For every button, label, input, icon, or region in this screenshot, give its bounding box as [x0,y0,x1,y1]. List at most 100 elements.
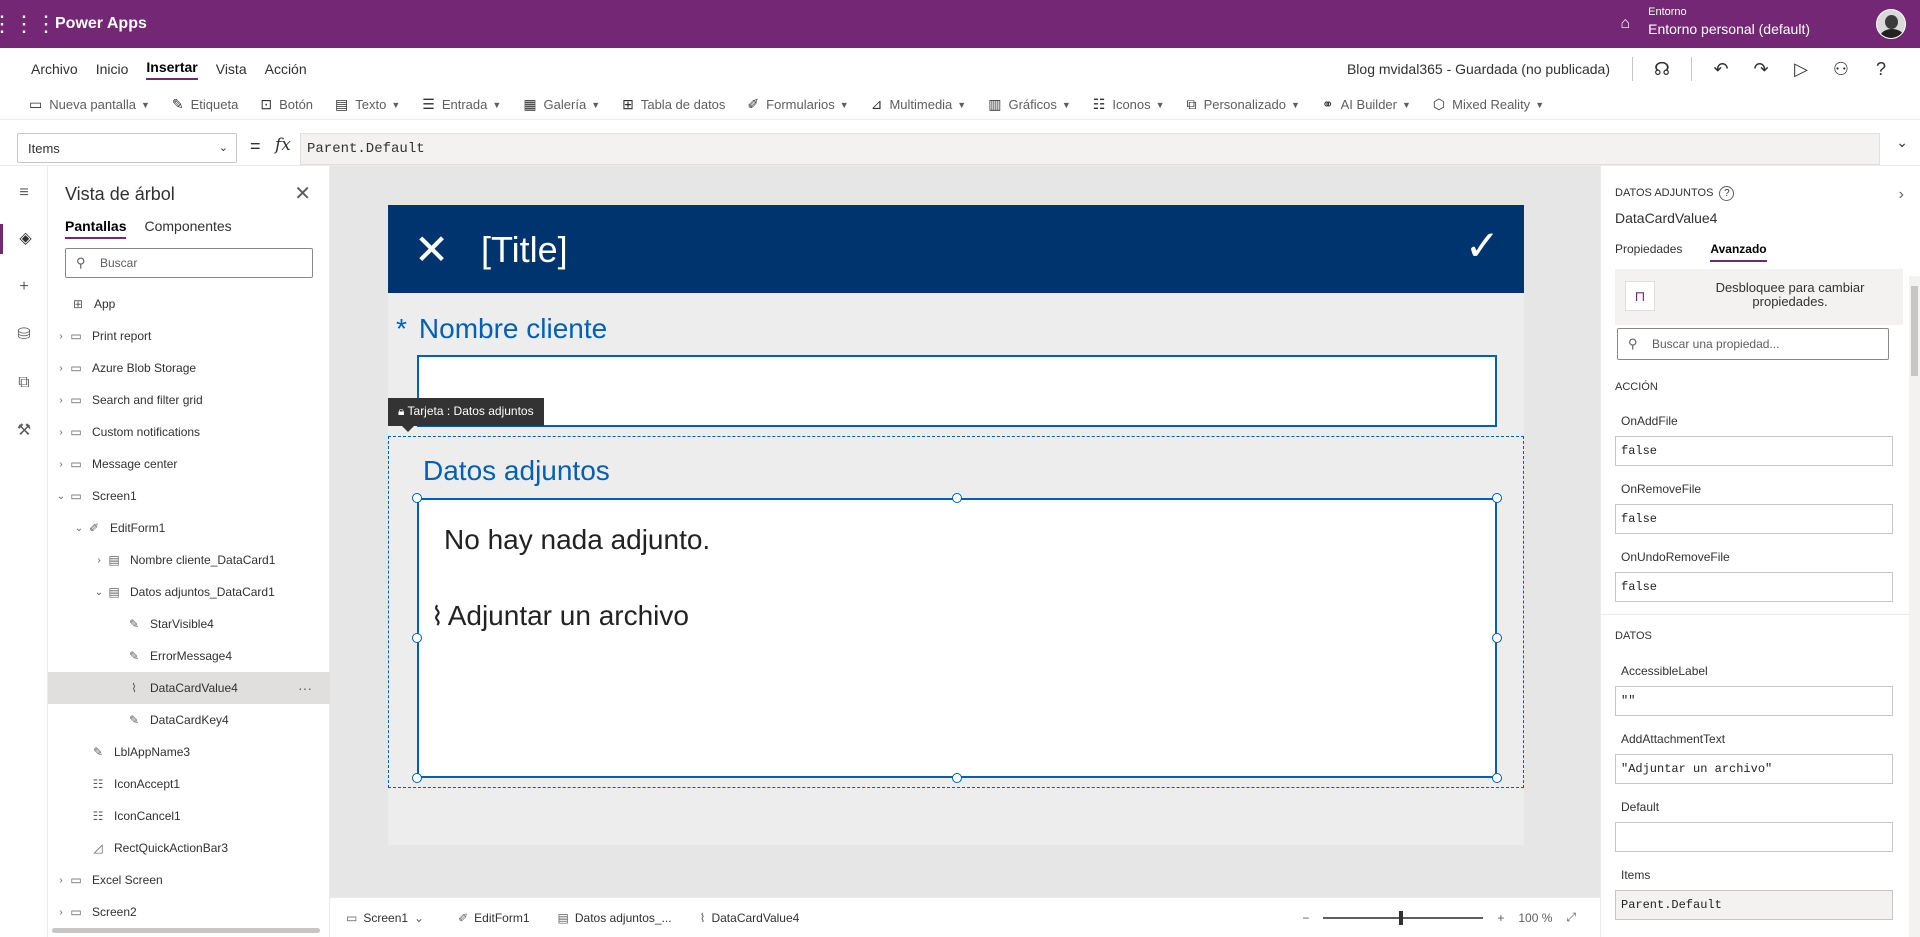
hamburger-icon[interactable]: ≡ [0,178,48,208]
property-dropdown[interactable]: Items ⌄ [17,133,237,163]
resize-handle[interactable] [952,493,962,503]
share-user-icon[interactable]: ⚇ [1830,59,1852,80]
tree-item-control[interactable]: ✎ DataCardKey4 [48,704,330,736]
close-icon[interactable]: ✕ [294,181,311,206]
help-icon[interactable]: ? [1870,59,1892,80]
chevron-right-icon[interactable]: › [54,875,68,886]
prop-input-default[interactable] [1615,822,1893,852]
chevron-right-icon[interactable]: › [54,331,68,342]
menu-insertar[interactable]: Insertar [146,59,198,80]
tab-components[interactable]: Componentes [144,218,231,239]
tree-item-control[interactable]: ☷ IconAccept1 [48,768,330,800]
fit-to-window-icon[interactable]: ⤢ [1566,910,1576,925]
text-button[interactable]: ▤ Texto ▼ [335,96,400,113]
menu-vista[interactable]: Vista [216,61,247,77]
data-table-button[interactable]: ⊞ Tabla de datos [622,96,725,113]
prop-input-onremovefile[interactable]: false [1615,504,1893,534]
fx-icon[interactable]: fx [275,135,291,155]
tree-item-datacard[interactable]: › ▤ Nombre cliente_DataCard1 [48,544,330,576]
tree-item-control[interactable]: ◿ RectQuickActionBar3 [48,832,330,864]
app-name[interactable]: Power Apps [55,15,147,33]
tree-item-screen[interactable]: › ▭ Search and filter grid [48,384,330,416]
tree-item-screen[interactable]: › ▭ Screen2 [48,896,330,928]
insert-plus-icon[interactable]: + [0,272,48,302]
prop-input-items[interactable]: Parent.Default [1615,890,1893,920]
resize-handle[interactable] [1492,773,1502,783]
undo-icon[interactable]: ↶ [1710,59,1732,80]
charts-button[interactable]: ▥ Gráficos ▼ [988,96,1071,113]
resize-handle[interactable] [952,773,962,783]
tree-item-control-selected[interactable]: ⌇ DataCardValue4 ··· [48,672,330,704]
chevron-down-icon[interactable]: ⌄ [72,523,86,534]
new-screen-button[interactable]: ▭ Nueva pantalla ▼ [29,96,150,113]
media-icon[interactable]: ⧉ [0,368,48,398]
tree-item-screen[interactable]: › ▭ Custom notifications [48,416,330,448]
prop-input-onundoremovefile[interactable]: false [1615,572,1893,602]
resize-handle[interactable] [412,773,422,783]
tree-view-icon[interactable]: ◈ [0,224,48,254]
button-button[interactable]: ⊡ Botón [260,96,313,113]
scrollbar-thumb[interactable] [1911,286,1918,376]
chevron-right-icon[interactable]: › [1899,186,1904,204]
tree-item-screen[interactable]: › ▭ Message center [48,448,330,480]
mixed-reality-button[interactable]: ⬡ Mixed Reality ▼ [1433,96,1544,113]
resize-handle[interactable] [1492,633,1502,643]
breadcrumb-control[interactable]: ⌇ DataCardValue4 [700,911,800,925]
tab-properties[interactable]: Propiedades [1615,242,1682,262]
prop-input-addattachmenttext[interactable]: "Adjuntar un archivo" [1615,754,1893,784]
tree-item-datacard[interactable]: ⌄ ▤ Datos adjuntos_DataCard1 [48,576,330,608]
customer-name-label[interactable]: * Nombre cliente [396,313,607,345]
chevron-right-icon[interactable]: › [54,395,68,406]
app-checker-icon[interactable]: ☊ [1651,59,1673,80]
tree-item-screen[interactable]: › ▭ Print report [48,320,330,352]
attachments-control[interactable]: No hay nada adjunto. ⌇ Adjuntar un archiv… [417,498,1497,778]
custom-button[interactable]: ⧉ Personalizado ▼ [1187,96,1300,113]
menu-accion[interactable]: Acción [265,61,307,77]
environment-icon[interactable]: ⌂ [1620,15,1630,33]
tree-item-form[interactable]: ⌄ ✐ EditForm1 [48,512,330,544]
tree-item-app[interactable]: ⊞ App [48,288,330,320]
cancel-icon[interactable]: ✕ [414,225,449,274]
zoom-slider-thumb[interactable] [1399,910,1404,925]
accept-check-icon[interactable]: ✓ [1465,221,1500,270]
chevron-right-icon[interactable]: › [54,427,68,438]
app-launcher-icon[interactable]: ⋮⋮⋮ [0,0,57,48]
forms-button[interactable]: ✐ Formularios ▼ [747,96,848,113]
customer-name-input[interactable] [417,355,1497,427]
zoom-out-button[interactable]: − [1302,911,1309,925]
zoom-slider[interactable] [1323,910,1484,925]
lock-icon[interactable]: ⊓ [1625,281,1655,311]
formula-input[interactable]: Parent.Default [300,133,1880,165]
label-button[interactable]: ✎ Etiqueta [172,96,238,113]
chevron-right-icon[interactable]: › [92,555,106,566]
chevron-down-icon[interactable]: ⌄ [54,491,68,502]
icons-button[interactable]: ☷ Iconos ▼ [1093,96,1165,113]
breadcrumb-form[interactable]: ✐ EditForm1 [458,911,529,925]
chevron-right-icon[interactable]: › [54,459,68,470]
expand-formula-icon[interactable]: ⌄ [1896,134,1908,151]
help-icon[interactable]: ? [1719,186,1735,201]
tree-item-control[interactable]: ✎ LblAppName3 [48,736,330,768]
resize-handle[interactable] [1492,493,1502,503]
menu-archivo[interactable]: Archivo [31,61,78,77]
tree-item-screen[interactable]: ⌄ ▭ Screen1 [48,480,330,512]
tab-advanced[interactable]: Avanzado [1710,242,1767,262]
environment-picker[interactable]: Entorno Entorno personal (default) [1648,6,1810,38]
more-options-icon[interactable]: ··· [298,680,312,696]
add-attachment-link[interactable]: ⌇ Adjuntar un archivo [431,600,689,632]
chevron-down-icon[interactable]: ⌄ [92,587,106,598]
tree-item-control[interactable]: ✎ StarVisible4 [48,608,330,640]
properties-scrollbar[interactable] [1909,276,1920,937]
tree-item-control[interactable]: ✎ ErrorMessage4 [48,640,330,672]
gallery-button[interactable]: ▦ Galería ▼ [523,96,600,113]
resize-handle[interactable] [412,633,422,643]
tab-screens[interactable]: Pantallas [65,218,127,239]
tools-icon[interactable]: ⚒ [0,416,48,446]
canvas-area[interactable]: ✕ [Title] ✓ * Nombre cliente 🔒︎ Tarjeta :… [330,166,1600,897]
tree-scrollbar[interactable] [52,928,320,933]
tree-item-screen[interactable]: › ▭ Excel Screen [48,864,330,896]
tree-item-screen[interactable]: › ▭ Azure Blob Storage [48,352,330,384]
breadcrumb-datacard[interactable]: ▤ Datos adjuntos_... [558,911,672,925]
chevron-right-icon[interactable]: › [54,363,68,374]
play-icon[interactable]: ▷ [1790,59,1812,80]
